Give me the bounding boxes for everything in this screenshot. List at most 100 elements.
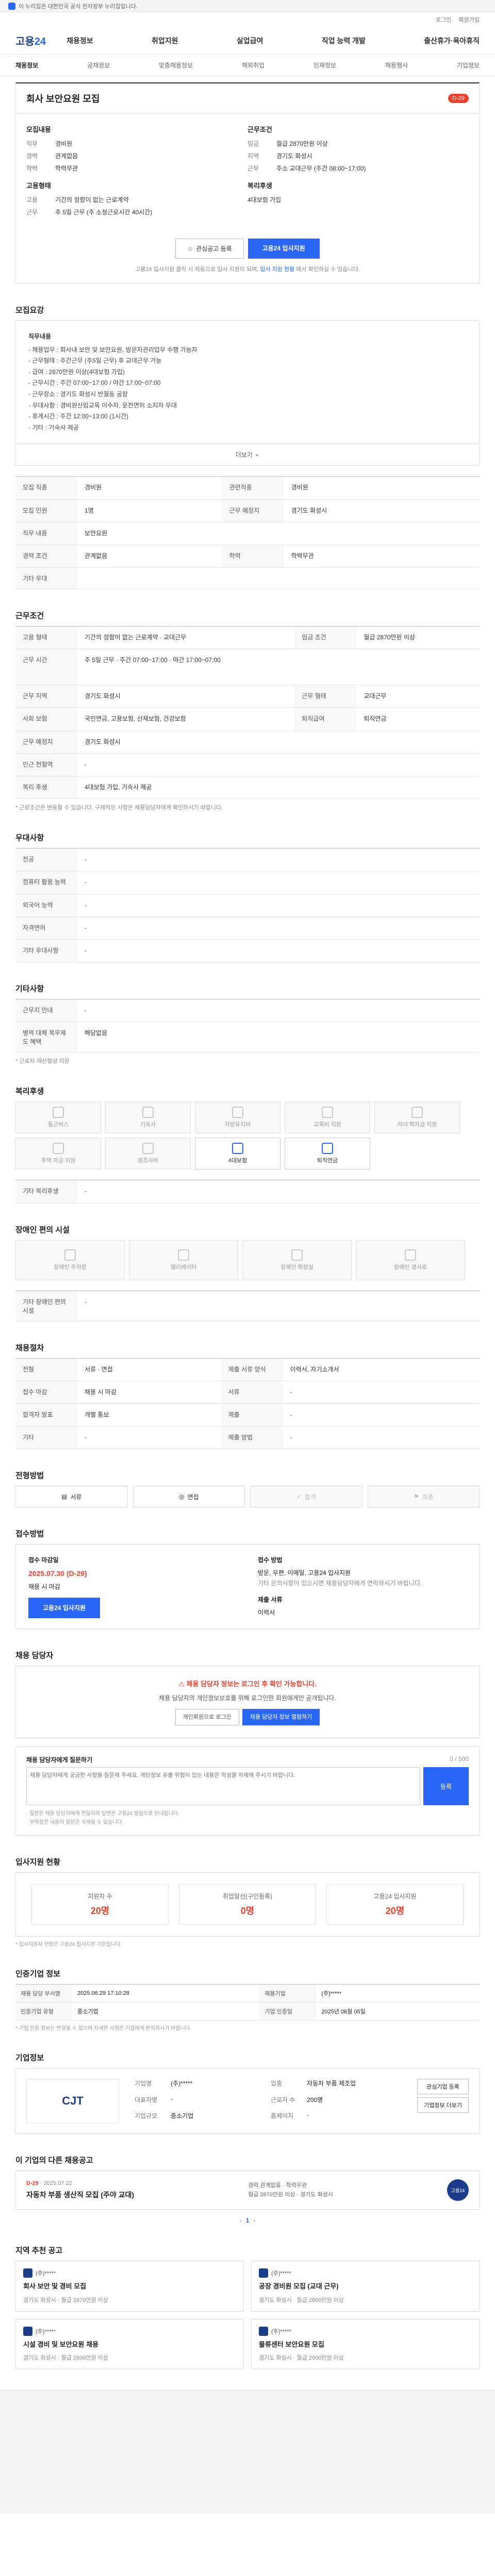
- view-contact-button[interactable]: 채용 담당자 정보 열람하기: [242, 1708, 320, 1726]
- rec-company: (주)*****: [271, 2270, 291, 2277]
- subnav-talent[interactable]: 인재정보: [314, 61, 336, 70]
- welfare-grid: 통근버스 기숙사 차량유지비 교육비 지원 자녀 학자금 지원 주택 자금 지원…: [15, 1101, 480, 1170]
- company-logo: CJT: [26, 2079, 119, 2124]
- td: -: [77, 999, 480, 1023]
- rec-card[interactable]: (주)***** 시설 경비 및 보안요원 채용 경기도 화성시 · 월급 2600…: [15, 2318, 244, 2369]
- stat-card: 취업알선(구인등록) 0명: [179, 1884, 316, 1925]
- nav-training[interactable]: 직업 능력 개발: [322, 36, 366, 46]
- book-icon: [322, 1107, 333, 1118]
- qa-textarea[interactable]: [26, 1767, 420, 1806]
- other-title[interactable]: 자동차 부품 생산직 모집 (주야 교대): [26, 2190, 134, 2200]
- subnav-jobs[interactable]: 채용정보: [15, 61, 38, 70]
- main-nav: 고용24 채용정보 취업지원 실업급여 직업 능력 개발 출산휴가·육아휴직: [0, 27, 495, 55]
- condition-summary: 근무조건 임금 월급 2870만원 이상 지역 경기도 화성시 근무 주소 교대근무 …: [248, 124, 469, 220]
- th: 기업 인증일: [259, 2002, 317, 2021]
- kv-value: 주소 교대근무 (주간 08:00~17:00): [276, 165, 366, 172]
- th: 접수 마감: [15, 1381, 77, 1404]
- company-value: (주)*****: [171, 2080, 193, 2088]
- rec-card[interactable]: (주)***** 공장 경비원 모집 (교대 근무) 경기도 화성시 · 월급 28…: [251, 2261, 480, 2312]
- check-icon: ✓: [296, 1493, 302, 1501]
- bus-icon: [53, 1107, 64, 1118]
- page-number[interactable]: 1: [246, 2217, 250, 2224]
- td: -: [77, 848, 480, 872]
- apply-button[interactable]: 고용24 입사지원: [248, 239, 320, 259]
- company-key: 근로자 수: [271, 2096, 295, 2104]
- site-logo[interactable]: 고용24: [15, 33, 46, 48]
- more-button[interactable]: 더보기 ⌄: [15, 444, 480, 466]
- th: 전공: [15, 848, 77, 872]
- reception-method-value: 방문, 우편, 이메일, 고용24 입사지원: [258, 1569, 351, 1577]
- th: 고용 형태: [15, 626, 77, 650]
- th: 병역 대체 복무제도 혜택: [15, 1022, 77, 1053]
- th: 복리 후생: [15, 776, 77, 800]
- welfare-item: 경조사비: [105, 1138, 191, 1170]
- scrap-button[interactable]: ☆ 관심공고 등록: [175, 239, 244, 259]
- td: -: [77, 1180, 480, 1204]
- company-section-title: 기업정보: [15, 2054, 44, 2063]
- next-page-icon[interactable]: ›: [253, 2217, 255, 2224]
- th: 기타 복리후생: [15, 1180, 77, 1204]
- process-step-disabled: ⚑ 최종: [367, 1486, 480, 1508]
- th: 기타: [15, 1426, 77, 1450]
- disability-section-title: 장애인 편의 시설: [15, 1225, 70, 1234]
- th: 관련직종: [222, 476, 284, 500]
- rec-card[interactable]: (주)***** 회사 보안 및 경비 모집 경기도 화성시 · 월급 2870만원…: [15, 2261, 244, 2312]
- th: 모집 인원: [15, 499, 77, 522]
- td: 기간의 정함이 없는 근로계약 · 교대근무: [77, 626, 295, 650]
- welfare-item: 자녀 학자금 지원: [374, 1101, 460, 1134]
- login-button[interactable]: 개인회원으로 로그인: [175, 1708, 239, 1726]
- table-row: 기타 우대: [15, 567, 480, 590]
- subnav-public[interactable]: 공채정보: [87, 61, 110, 70]
- nav-leave[interactable]: 출산휴가·육아휴직: [424, 36, 480, 46]
- table-row: 전공 -: [15, 848, 480, 872]
- table-row: 합격자 발표 개별 통보 제출 -: [15, 1403, 480, 1427]
- subnav-events[interactable]: 채용행사: [385, 61, 408, 70]
- signup-link[interactable]: 회원가입: [459, 15, 480, 24]
- nav-jobs[interactable]: 채용정보: [67, 36, 93, 46]
- process-step: ▤ 서류: [15, 1486, 128, 1508]
- facility-label: 장애인 주차장: [54, 1264, 87, 1270]
- other-job-item[interactable]: D-29 · 2025.07.22 자동차 부품 생산직 모집 (주야 교대) …: [15, 2171, 480, 2210]
- reception-apply-button[interactable]: 고용24 입사지원: [28, 1597, 100, 1619]
- nav-unemployment[interactable]: 실업급여: [237, 36, 263, 46]
- table-row: 경력 조건 관계없음 학력 학력무관: [15, 545, 480, 568]
- cert-section-title: 인증기업 정보: [15, 1970, 60, 1979]
- welfare-section-title: 복리후생: [15, 1087, 44, 1096]
- stat-label: 고용24 입사지원: [373, 1893, 417, 1901]
- rec-card[interactable]: (주)***** 물류센터 보안요원 모집 경기도 화성시 · 월급 2900만원 …: [251, 2318, 480, 2369]
- prev-page-icon[interactable]: ‹: [240, 2217, 242, 2224]
- subnav-custom[interactable]: 맞춤채용정보: [159, 61, 193, 70]
- table-row: 인증기업 유형 중소기업 기업 인증일 2025년 06월 05일: [15, 2002, 480, 2021]
- table-row: 컴퓨터 활용 능력 -: [15, 871, 480, 894]
- th: 인근 전철역: [15, 753, 77, 777]
- reception-date-label: 접수 마감일: [28, 1556, 59, 1564]
- kv-key: 임금: [248, 140, 259, 147]
- company-more-button[interactable]: 기업정보 더보기: [417, 2097, 469, 2113]
- welfare-item: 기숙사: [105, 1101, 191, 1134]
- recommend-section-title: 지역 추천 공고: [15, 2246, 63, 2256]
- th: 퇴직급여: [294, 707, 357, 731]
- nav-support[interactable]: 취업지원: [152, 36, 178, 46]
- apply-status-link[interactable]: 입사 지원 현황: [260, 266, 294, 273]
- login-link[interactable]: 로그인: [436, 15, 451, 24]
- qa-submit-button[interactable]: 등록: [423, 1767, 469, 1806]
- recruit-table: 모집 직종 경비원 관련직종 경비원 모집 인원 1명 근무 예정지 경기도 화성시 직무 …: [15, 476, 480, 590]
- table-row: 근무 시간 주 5일 근무 · 주간 07:00~17:00 · 야간 17:00…: [15, 649, 480, 686]
- follow-company-button[interactable]: 관심기업 등록: [417, 2079, 469, 2095]
- rec-company: (주)*****: [271, 2328, 291, 2335]
- duty-line: - 근무형태 : 주간근무 (주5일 근무) 후 교대근무 가능: [28, 357, 162, 365]
- td: 경비원: [77, 476, 222, 500]
- td: 중소기업: [72, 2002, 260, 2021]
- subnav-overseas[interactable]: 해외취업: [242, 61, 265, 70]
- welfare-label: 통근버스: [47, 1122, 69, 1128]
- welfare-item: 주택 자금 지원: [15, 1138, 101, 1170]
- stat-value: 0명: [240, 1906, 255, 1917]
- contact-locked-box: ⚠ 채용 담당자 정보는 로그인 후 확인 가능합니다. 채용 담당자의 개인정…: [15, 1666, 480, 1739]
- company-value: 중소기업: [171, 2112, 194, 2120]
- dday-badge: D-29: [448, 94, 469, 103]
- kv-key: 근무: [26, 209, 38, 216]
- subnav-company[interactable]: 기업정보: [457, 61, 480, 70]
- stats-box: 지원자 수 20명 취업알선(구인등록) 0명 고용24 입사지원 20명: [15, 1872, 480, 1937]
- process-steps: ▤ 서류 ◎ 면접 ✓ 합격 ⚑ 최종: [15, 1486, 480, 1508]
- th: 컴퓨터 활용 능력: [15, 871, 77, 894]
